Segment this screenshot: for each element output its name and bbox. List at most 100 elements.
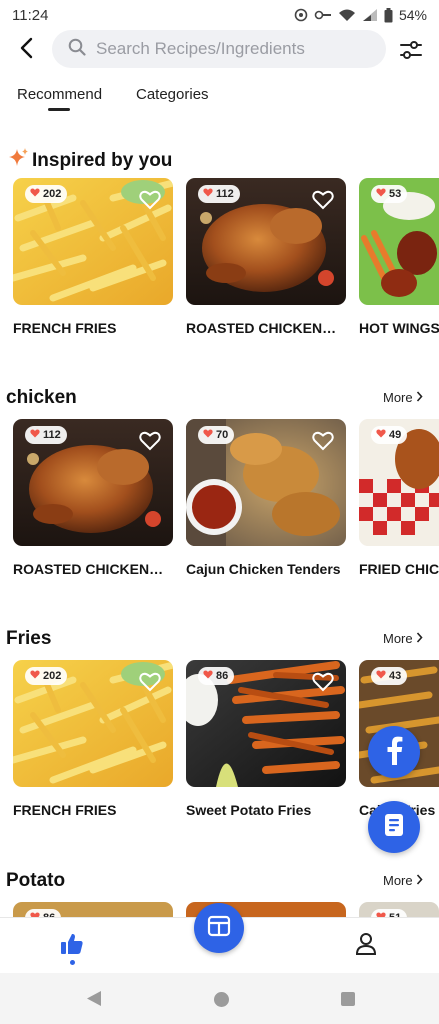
recipe-card[interactable]: 202 FRENCH FRIES	[13, 660, 173, 818]
facebook-icon	[384, 735, 404, 770]
recipe-image: 112	[186, 178, 346, 305]
meal-plan-icon	[207, 914, 231, 943]
recipe-card[interactable]: 70 Cajun Chicken Tenders	[186, 419, 346, 577]
recipe-card[interactable]: 112 ROASTED CHICKEN…	[186, 178, 346, 336]
likes-count: 112	[43, 429, 61, 441]
back-button[interactable]	[12, 36, 40, 64]
recipe-name: ROASTED CHICKEN…	[13, 561, 164, 577]
recipe-name: ROASTED CHICKEN…	[186, 320, 337, 336]
likes-count: 70	[216, 429, 229, 441]
chevron-right-icon	[416, 873, 423, 888]
favorite-button[interactable]	[312, 190, 334, 210]
battery-icon	[384, 7, 393, 23]
notes-icon	[383, 813, 405, 842]
recipe-image: 70	[186, 419, 346, 546]
heart-outline-icon	[139, 431, 161, 455]
favorite-button[interactable]	[139, 431, 161, 451]
likes-count: 202	[43, 670, 62, 682]
favorite-button[interactable]	[139, 190, 161, 210]
thumbs-up-icon	[60, 933, 84, 960]
recipe-image: 51	[359, 902, 439, 917]
heart-icon	[30, 429, 40, 441]
likes-badge: 86	[25, 909, 62, 917]
heart-icon	[376, 670, 386, 682]
meal-plan-button[interactable]	[194, 903, 244, 953]
likes-badge: 86	[198, 667, 235, 685]
likes-badge: 202	[25, 185, 68, 203]
section-title-text: Inspired by you	[32, 150, 173, 171]
recipe-image: 202	[13, 660, 173, 787]
section-inspired-title: Inspired by you	[8, 147, 172, 175]
chevron-right-icon	[416, 390, 423, 405]
key-icon	[314, 9, 332, 21]
favorite-button[interactable]	[312, 672, 334, 692]
system-navigation-bar	[0, 973, 439, 1024]
recipe-card[interactable]: 86 Sweet Potato Fries	[186, 660, 346, 818]
system-back-button[interactable]	[86, 990, 102, 1012]
recipe-name: Sweet Potato Fries	[186, 802, 312, 818]
system-home-button[interactable]	[214, 992, 229, 1007]
likes-count: 86	[216, 670, 229, 682]
sparkle-icon	[8, 147, 30, 175]
recipe-card[interactable]: 49 FRIED CHICKEN	[359, 419, 439, 577]
filter-button[interactable]	[398, 37, 424, 63]
heart-outline-icon	[312, 190, 334, 214]
recipe-name: FRENCH FRIES	[13, 320, 117, 336]
recipe-image: 86	[186, 660, 346, 787]
more-label: More	[383, 631, 413, 646]
sync-icon	[294, 8, 308, 22]
likes-badge: 70	[198, 426, 235, 444]
more-link-chicken[interactable]: More	[383, 390, 423, 405]
heart-icon	[203, 429, 213, 441]
system-recents-button[interactable]	[341, 992, 355, 1006]
favorite-button[interactable]	[312, 431, 334, 451]
likes-count: 112	[216, 188, 234, 200]
section-chicken-title: chicken	[6, 387, 77, 408]
likes-count: 53	[389, 188, 402, 200]
recipe-card[interactable]: 51	[359, 902, 439, 917]
recipe-card[interactable]: 53 HOT WINGS	[359, 178, 439, 336]
sliders-icon	[398, 41, 424, 67]
header	[0, 30, 439, 70]
heart-outline-icon	[312, 431, 334, 455]
notes-button[interactable]	[368, 801, 420, 853]
favorite-button[interactable]	[139, 672, 161, 692]
recipe-image: 202	[13, 178, 173, 305]
heart-icon	[30, 188, 40, 200]
more-label: More	[383, 873, 413, 888]
likes-badge: 51	[371, 909, 408, 917]
heart-icon	[203, 670, 213, 682]
likes-badge: 43	[371, 667, 408, 685]
recipe-image: 86	[13, 902, 173, 917]
active-tab-indicator	[48, 108, 70, 111]
recipe-name: Cajun Chicken Tenders	[186, 561, 341, 577]
search-input[interactable]	[96, 39, 356, 59]
recipe-name: HOT WINGS	[359, 320, 439, 336]
recipe-image: 112	[13, 419, 173, 546]
nav-recommend[interactable]	[60, 932, 84, 956]
recipe-card[interactable]: 202 FRENCH FRIES	[13, 178, 173, 336]
heart-icon	[376, 188, 386, 200]
more-link-fries[interactable]: More	[383, 631, 423, 646]
heart-outline-icon	[139, 190, 161, 214]
bottom-navigation	[0, 903, 439, 973]
tab-categories[interactable]: Categories	[136, 86, 209, 103]
person-icon	[355, 933, 377, 960]
status-time: 11:24	[12, 6, 49, 24]
heart-icon	[203, 188, 213, 200]
likes-count: 43	[389, 670, 402, 682]
more-link-potato[interactable]: More	[383, 873, 423, 888]
signal-icon	[362, 8, 378, 22]
more-label: More	[383, 390, 413, 405]
search-bar[interactable]	[52, 30, 386, 68]
nav-profile[interactable]	[355, 932, 377, 956]
likes-count: 49	[389, 429, 402, 441]
likes-badge: 112	[198, 185, 240, 203]
arrow-left-icon	[19, 37, 33, 64]
tab-recommend[interactable]: Recommend	[17, 86, 102, 103]
recipe-card[interactable]: 112 ROASTED CHICKEN…	[13, 419, 173, 577]
facebook-share-button[interactable]	[368, 726, 420, 778]
recipe-card[interactable]: 86	[13, 902, 173, 917]
chevron-right-icon	[416, 631, 423, 646]
heart-icon	[30, 670, 40, 682]
